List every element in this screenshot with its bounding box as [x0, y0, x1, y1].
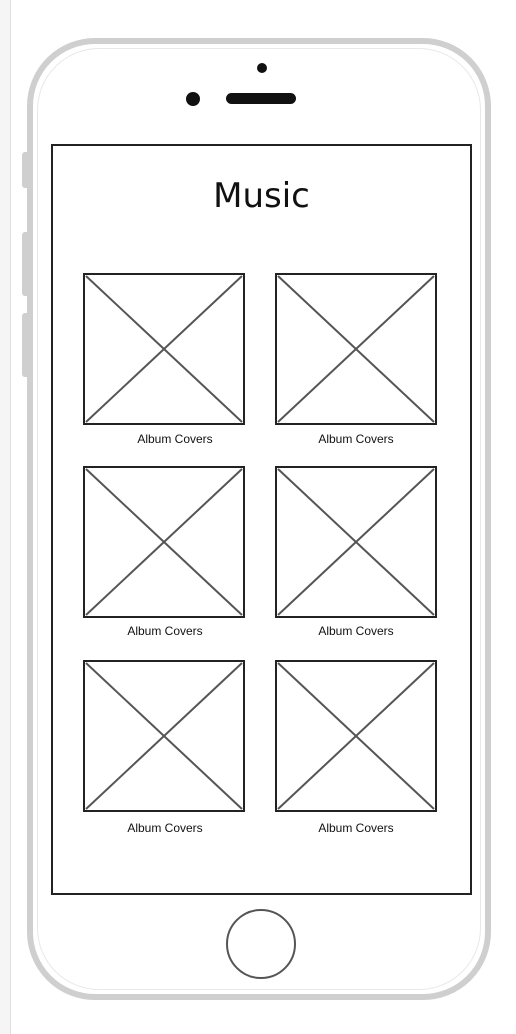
album-caption-2: Album Covers [318, 432, 394, 446]
album-cover-3[interactable] [83, 466, 245, 618]
image-placeholder-icon [83, 466, 245, 618]
album-caption-6: Album Covers [318, 821, 394, 835]
image-placeholder-icon [83, 273, 245, 425]
earpiece-speaker-icon [226, 93, 296, 104]
image-placeholder-icon [275, 466, 437, 618]
adjacent-device-edge [0, 0, 11, 1034]
album-cover-5[interactable] [83, 660, 245, 812]
page-title: Music [213, 176, 310, 216]
album-caption-4: Album Covers [318, 624, 394, 638]
album-cover-2[interactable] [275, 273, 437, 425]
front-camera-icon [186, 92, 200, 106]
album-caption-3: Album Covers [127, 624, 203, 638]
image-placeholder-icon [83, 660, 245, 812]
album-caption-1: Album Covers [137, 432, 213, 446]
device-mockup: Music Album Covers Album Covers Album Co… [0, 0, 516, 1034]
phone-screen: Music Album Covers Album Covers Album Co… [51, 144, 472, 895]
album-cover-4[interactable] [275, 466, 437, 618]
album-cover-6[interactable] [275, 660, 437, 812]
proximity-sensor-icon [257, 63, 267, 73]
album-caption-5: Album Covers [127, 821, 203, 835]
image-placeholder-icon [275, 273, 437, 425]
home-button-icon[interactable] [226, 909, 296, 979]
album-cover-1[interactable] [83, 273, 245, 425]
image-placeholder-icon [275, 660, 437, 812]
